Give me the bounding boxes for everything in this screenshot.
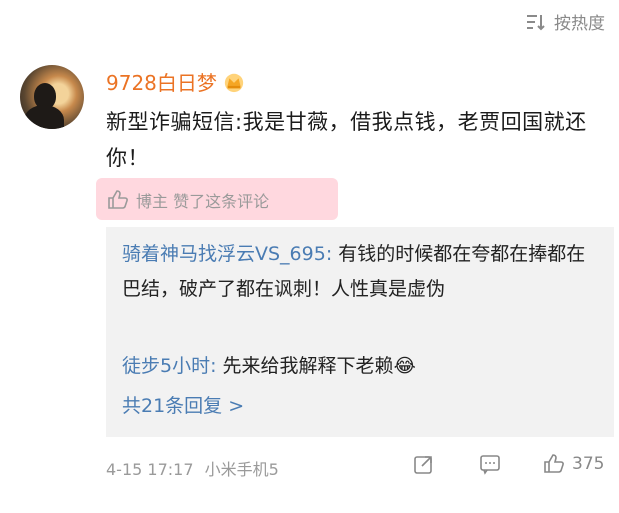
comment-text: 新型诈骗短信:我是甘薇，借我点钱，老贾回国就还你！ — [106, 110, 587, 170]
like-button[interactable]: 375 — [542, 452, 604, 476]
timestamp: 4-15 17:17 — [106, 460, 194, 479]
device-label: 小米手机5 — [204, 460, 279, 479]
thumbs-up-icon — [108, 190, 128, 209]
laughing-emoji: 😂 — [393, 355, 416, 377]
comment-meta: 4-15 17:17 小米手机5 — [106, 456, 279, 480]
like-count: 375 — [572, 454, 605, 474]
sort-toggle[interactable]: 按热度 — [524, 9, 605, 34]
username-text: 9728白日梦 — [106, 71, 217, 95]
avatar[interactable] — [20, 65, 84, 129]
sort-label: 按热度 — [554, 14, 605, 34]
sort-icon — [527, 14, 545, 30]
comment-username[interactable]: 9728白日梦 — [106, 67, 245, 96]
comment-icon — [480, 455, 500, 475]
reply-button[interactable] — [478, 452, 502, 476]
share-button[interactable] — [412, 452, 436, 476]
thumbs-up-icon — [544, 454, 564, 473]
replies-box: 骑着神马找浮云VS_695: 有钱的时候都在夸都在捧都在巴结，破产了都在讽刺！人… — [106, 227, 614, 437]
reply-text: 先来给我解释下老赖 — [222, 355, 394, 377]
reply-item[interactable]: 徒步5小时: 先来给我解释下老赖😂 — [122, 349, 602, 384]
liked-text: 博主 赞了这条评论 — [136, 192, 270, 211]
crown-icon — [224, 73, 244, 92]
author-liked-indicator: 博主 赞了这条评论 — [106, 188, 269, 212]
reply-username[interactable]: 骑着神马找浮云VS_695 — [122, 243, 326, 265]
avatar-silhouette-body — [24, 105, 64, 129]
share-icon — [414, 456, 432, 474]
reply-username[interactable]: 徒步5小时 — [122, 355, 210, 377]
reply-item[interactable]: 骑着神马找浮云VS_695: 有钱的时候都在夸都在捧都在巴结，破产了都在讽刺！人… — [122, 237, 602, 307]
view-all-replies-link[interactable]: 共21条回复 > — [122, 391, 244, 418]
